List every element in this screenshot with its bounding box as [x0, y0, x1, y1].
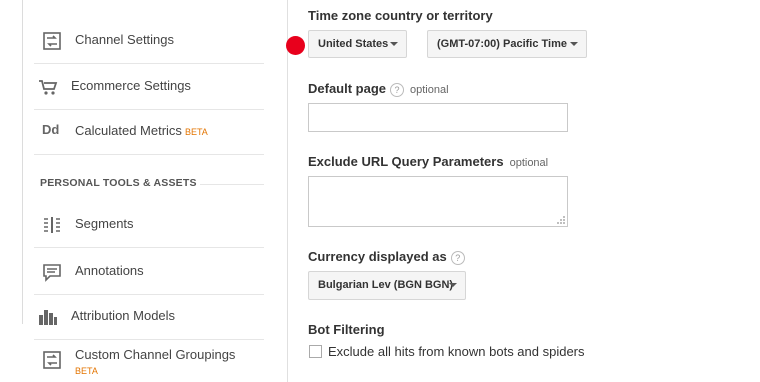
nav-item-channel-settings[interactable]: Channel Settings: [34, 17, 264, 64]
currency-select[interactable]: Bulgarian Lev (BGN BGN): [308, 271, 466, 300]
timezone-label: Time zone country or territory: [308, 8, 493, 23]
nav-border: [287, 0, 288, 382]
help-icon[interactable]: ?: [390, 82, 405, 97]
nav-item-label: Attribution Models: [71, 308, 176, 323]
chevron-down-icon: [449, 283, 457, 287]
bar-chart-icon: [38, 307, 58, 327]
nav-item-label: Channel Settings: [75, 32, 175, 47]
chevron-down-icon: [570, 42, 578, 46]
beta-badge: BETA: [184, 127, 208, 137]
channel-settings-icon: [42, 350, 62, 370]
nav-item-ecommerce-settings[interactable]: Ecommerce Settings: [34, 63, 264, 110]
chevron-down-icon: [390, 42, 398, 46]
optional-hint: optional: [509, 157, 549, 169]
bot-filtering-checkbox-label[interactable]: Exclude all hits from known bots and spi…: [328, 344, 585, 359]
bot-filtering-label: Bot Filtering: [308, 322, 385, 337]
bot-filtering-checkbox[interactable]: [309, 345, 322, 358]
nav-item-label: Custom Channel Groupings: [75, 347, 236, 362]
cart-icon: [38, 77, 58, 97]
nav-item-segments[interactable]: Segments: [34, 201, 264, 248]
click-marker: [286, 36, 305, 55]
default-page-input[interactable]: [308, 103, 568, 132]
section-divider: [200, 184, 264, 185]
annotation-icon: [42, 262, 62, 282]
nav-item-custom-channel-groupings[interactable]: Custom Channel Groupings BETA: [34, 336, 264, 382]
resize-handle-icon[interactable]: [557, 216, 565, 224]
optional-hint: optional: [410, 84, 449, 96]
beta-badge: BETA: [75, 366, 98, 376]
default-page-label: Default page? optional: [308, 81, 449, 97]
section-heading-personal: PERSONAL TOOLS & ASSETS: [40, 177, 197, 189]
channel-settings-icon: [42, 31, 62, 51]
nav-item-calculated-metrics[interactable]: Dd Calculated Metrics BETA: [34, 108, 264, 155]
nav-item-attribution-models[interactable]: Attribution Models: [34, 293, 264, 340]
country-select[interactable]: United States: [308, 30, 407, 58]
nav-divider: [22, 0, 23, 324]
segments-icon: [42, 215, 62, 235]
exclude-params-label: Exclude URL Query Parameters optional: [308, 154, 549, 169]
nav-item-label: Ecommerce Settings: [71, 78, 191, 93]
nav-item-label: Annotations: [75, 263, 144, 278]
timezone-select[interactable]: (GMT-07:00) Pacific Time: [427, 30, 587, 58]
nav-item-label: Calculated Metrics BETA: [75, 123, 208, 138]
dd-icon: Dd: [42, 122, 60, 137]
help-icon[interactable]: ?: [450, 250, 465, 265]
exclude-params-textarea[interactable]: [308, 176, 568, 227]
currency-label: Currency displayed as?: [308, 249, 465, 265]
nav-item-label: Segments: [75, 216, 134, 231]
nav-item-annotations[interactable]: Annotations: [34, 248, 264, 295]
